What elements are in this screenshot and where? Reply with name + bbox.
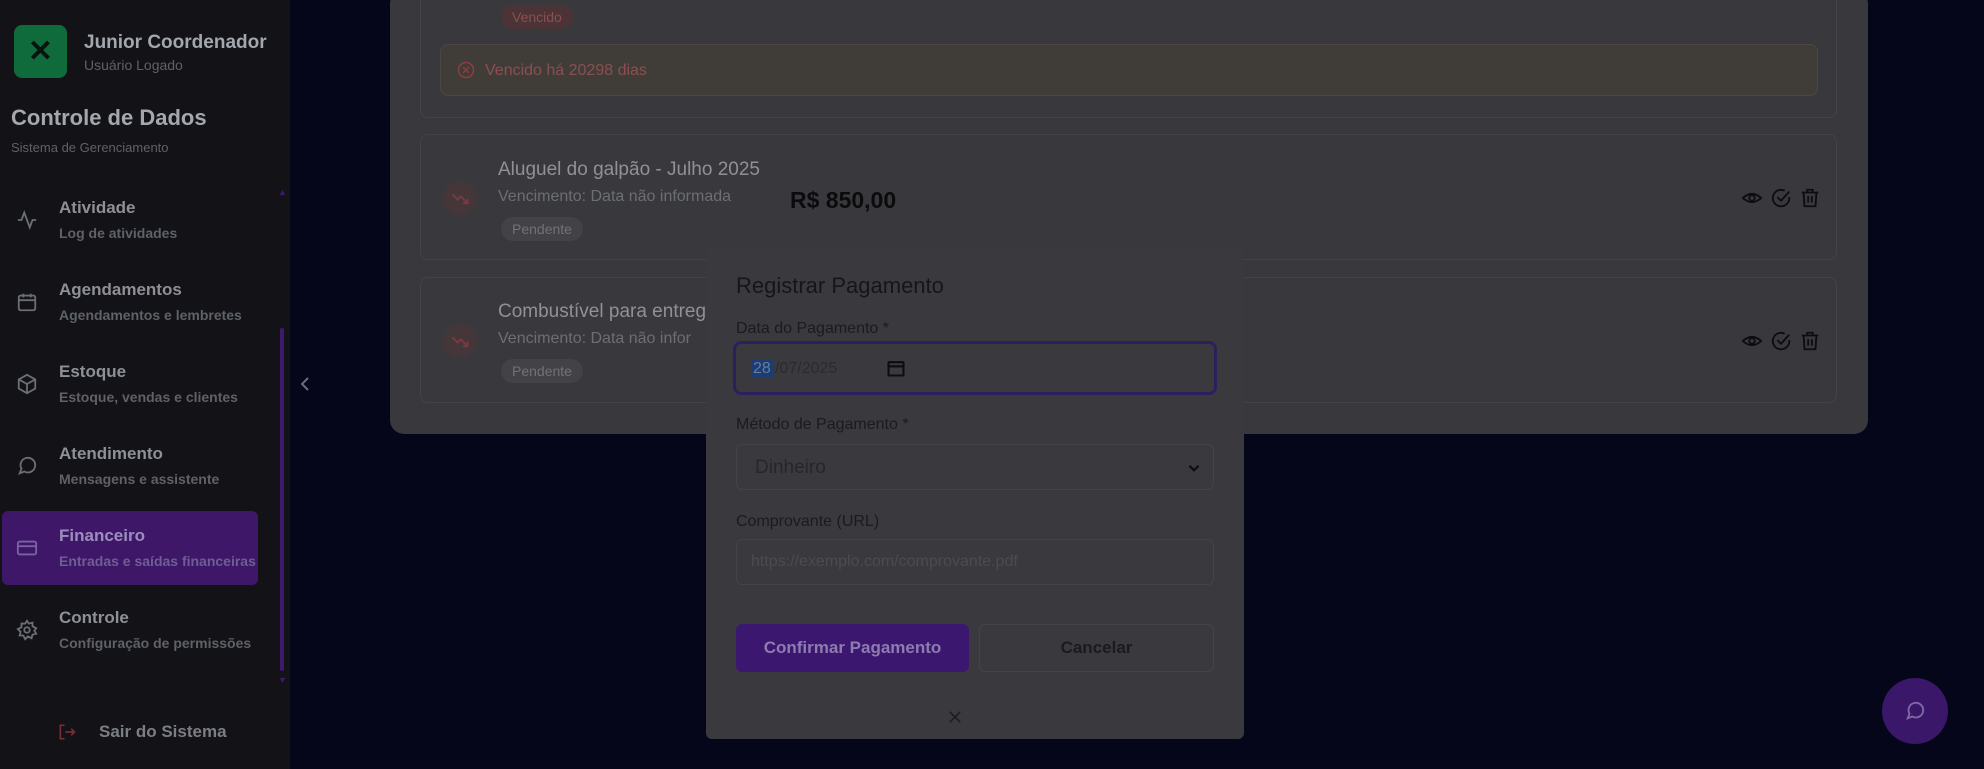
sidebar-item-label: Financeiro bbox=[59, 526, 145, 545]
status-badge: Pendente bbox=[501, 359, 583, 383]
receipt-url-placeholder: https://exemplo.com/comprovante.pdf bbox=[751, 553, 1018, 570]
eye-icon[interactable] bbox=[1741, 187, 1763, 209]
expense-icon bbox=[443, 324, 477, 358]
chevron-down-icon bbox=[1188, 464, 1200, 472]
sidebar-item-desc: Estoque, vendas e clientes bbox=[59, 389, 238, 405]
collapse-sidebar-button[interactable] bbox=[296, 372, 314, 396]
sidebar-scrollbar[interactable] bbox=[280, 328, 284, 671]
sidebar-item-estoque[interactable]: Estoque Estoque, vendas e clientes bbox=[2, 347, 258, 421]
calendar-icon[interactable] bbox=[886, 358, 906, 378]
payment-method-select[interactable]: Dinheiro bbox=[736, 444, 1214, 490]
scroll-down-arrow[interactable]: ▼ bbox=[278, 675, 287, 685]
logout-icon bbox=[59, 724, 76, 740]
activity-icon bbox=[17, 210, 37, 230]
sidebar-item-atendimento[interactable]: Atendimento Mensagens e assistente bbox=[2, 429, 258, 503]
calendar-icon bbox=[17, 293, 37, 312]
entry-amount: R$ 850,00 bbox=[790, 187, 897, 213]
scroll-up-arrow[interactable]: ▲ bbox=[278, 187, 287, 197]
logout-label: Sair do Sistema bbox=[99, 722, 227, 741]
payment-modal: Registrar Pagamento Data do Pagamento * … bbox=[706, 246, 1244, 739]
user-status: Usuário Logado bbox=[84, 57, 183, 73]
sidebar-item-atividade[interactable]: Atividade Log de atividades bbox=[2, 183, 258, 257]
payment-date-input[interactable]: 28 /07/2025 bbox=[733, 341, 1217, 395]
method-label: Método de Pagamento * bbox=[736, 416, 909, 433]
date-month-year[interactable]: /07/2025 bbox=[775, 360, 837, 378]
status-badge: Vencido bbox=[501, 5, 573, 29]
expense-icon bbox=[443, 181, 477, 215]
app-subtitle: Sistema de Gerenciamento bbox=[11, 140, 169, 155]
date-label: Data do Pagamento * bbox=[736, 320, 889, 337]
modal-title: Registrar Pagamento bbox=[736, 273, 944, 298]
receipt-label: Comprovante (URL) bbox=[736, 513, 880, 530]
sidebar-item-controle[interactable]: Controle Configuração de permissões bbox=[2, 593, 258, 667]
sidebar-item-agendamentos[interactable]: Agendamentos Agendamentos e lembretes bbox=[2, 265, 258, 339]
status-badge: Pendente bbox=[501, 217, 583, 241]
sidebar-item-label: Agendamentos bbox=[59, 280, 182, 299]
sidebar-item-desc: Agendamentos e lembretes bbox=[59, 307, 242, 323]
sidebar-item-label: Estoque bbox=[59, 362, 127, 381]
date-day-segment[interactable]: 28 bbox=[751, 360, 773, 378]
entry-due: Vencimento: Data não infor bbox=[498, 330, 692, 347]
entry-due: Vencimento: Data não informada bbox=[498, 188, 732, 205]
card-icon bbox=[16, 540, 38, 556]
sidebar-item-label: Atividade bbox=[59, 198, 136, 217]
sidebar-item-desc: Entradas e saídas financeiras bbox=[59, 553, 256, 569]
entry-title: Combustível para entreg bbox=[498, 301, 707, 322]
app-title: Controle de Dados bbox=[11, 105, 207, 130]
chat-icon bbox=[1906, 701, 1925, 720]
receipt-url-input[interactable]: https://exemplo.com/comprovante.pdf bbox=[736, 539, 1214, 585]
chat-fab-button[interactable] bbox=[1882, 678, 1948, 744]
chevron-left-icon bbox=[300, 377, 309, 391]
sidebar-item-financeiro[interactable]: Financeiro Entradas e saídas financeiras bbox=[2, 511, 258, 585]
eye-icon[interactable] bbox=[1741, 330, 1763, 352]
box-icon bbox=[17, 373, 37, 395]
sidebar: ✕ Junior Coordenador Usuário Logado Cont… bbox=[0, 0, 290, 769]
payment-method-value: Dinheiro bbox=[755, 457, 826, 478]
gear-icon bbox=[16, 619, 38, 641]
check-circle-icon[interactable] bbox=[1770, 330, 1792, 352]
list-item: Aluguel do galpão - Julho 2025 Venciment… bbox=[420, 134, 1837, 260]
overdue-alert: Vencido há 20298 dias bbox=[440, 44, 1818, 96]
sidebar-item-desc: Configuração de permissões bbox=[59, 635, 252, 651]
app-logo: ✕ bbox=[14, 25, 67, 78]
x-circle-icon bbox=[457, 61, 475, 79]
sidebar-item-label: Controle bbox=[59, 608, 129, 627]
trash-icon[interactable] bbox=[1799, 330, 1821, 352]
overdue-text: Vencido há 20298 dias bbox=[485, 62, 647, 79]
sidebar-item-label: Atendimento bbox=[59, 444, 163, 463]
logout-button[interactable]: Sair do Sistema bbox=[57, 720, 257, 746]
entry-title: Aluguel do galpão - Julho 2025 bbox=[498, 159, 760, 180]
cancel-button[interactable]: Cancelar bbox=[979, 624, 1214, 672]
close-icon[interactable] bbox=[946, 708, 964, 726]
user-name: Junior Coordenador bbox=[84, 32, 267, 53]
trash-icon[interactable] bbox=[1799, 187, 1821, 209]
check-circle-icon[interactable] bbox=[1770, 187, 1792, 209]
confirm-payment-button[interactable]: Confirmar Pagamento bbox=[736, 624, 969, 672]
chat-icon bbox=[18, 456, 37, 475]
sidebar-item-desc: Mensagens e assistente bbox=[59, 471, 220, 487]
sidebar-item-desc: Log de atividades bbox=[59, 225, 178, 241]
